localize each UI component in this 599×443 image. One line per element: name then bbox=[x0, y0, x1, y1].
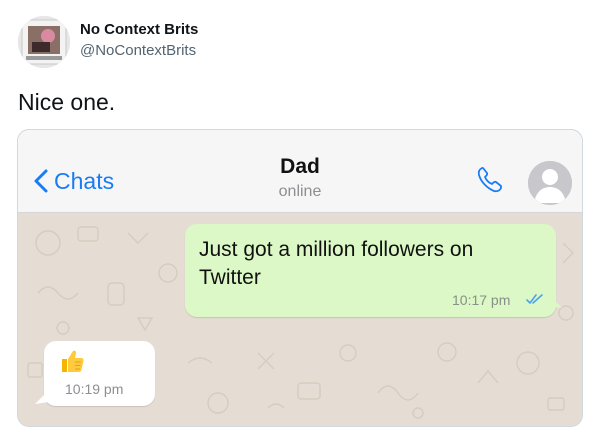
outgoing-message-bubble[interactable]: Just got a million followers on Twitter … bbox=[185, 224, 556, 317]
tweet-text: Nice one. bbox=[18, 89, 116, 115]
chat-area[interactable]: Just got a million followers on Twitter … bbox=[18, 213, 582, 426]
phone-icon bbox=[477, 167, 502, 193]
back-to-chats-button[interactable]: Chats bbox=[32, 166, 114, 196]
author-name[interactable]: No Context Brits bbox=[80, 21, 198, 38]
chat-header-bar: Chats Dad online bbox=[18, 130, 582, 213]
chat-screenshot-card[interactable]: Chats Dad online Just got a million foll… bbox=[17, 129, 583, 427]
outgoing-bubble-tail bbox=[550, 296, 562, 308]
message-timestamp: 10:19 pm bbox=[65, 381, 124, 397]
incoming-bubble-tail bbox=[35, 390, 49, 404]
person-placeholder-icon bbox=[528, 161, 572, 205]
contact-name: Dad bbox=[280, 155, 320, 178]
chevron-left-icon bbox=[34, 169, 48, 193]
incoming-message-bubble[interactable]: 10:19 pm bbox=[44, 341, 155, 406]
message-timestamp: 10:17 pm bbox=[452, 292, 511, 308]
contact-status: online bbox=[278, 183, 322, 200]
contact-avatar[interactable] bbox=[528, 161, 572, 205]
message-text: Just got a million followers on Twitter bbox=[199, 238, 474, 289]
author-avatar-image bbox=[18, 16, 70, 68]
author-avatar[interactable] bbox=[18, 16, 70, 68]
contact-info[interactable]: Dad online bbox=[200, 154, 400, 201]
back-label: Chats bbox=[54, 167, 115, 194]
voice-call-button[interactable] bbox=[473, 163, 507, 197]
author-handle[interactable]: @NoContextBrits bbox=[80, 42, 196, 59]
tweet-header: No Context Brits @NoContextBrits bbox=[18, 16, 578, 68]
double-check-read-icon bbox=[526, 294, 543, 304]
thumbs-up-emoji-icon bbox=[62, 350, 84, 372]
